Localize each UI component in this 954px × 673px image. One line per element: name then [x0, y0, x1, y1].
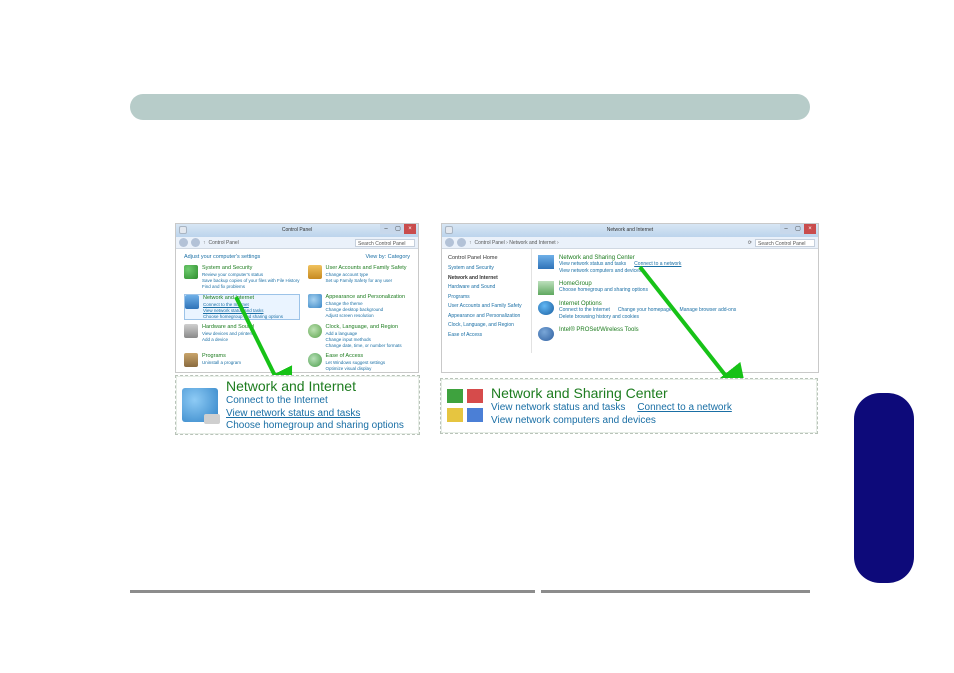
ease-of-access-icon	[308, 353, 322, 367]
category-network-internet[interactable]: Network and Internet Connect to the Inte…	[184, 294, 300, 321]
control-panel-window: Control Panel – ▢ × ↑ Control Panel Sear…	[175, 223, 419, 373]
zoom-callout-network-internet[interactable]: Network and Internet Connect to the Inte…	[175, 375, 420, 435]
breadcrumb[interactable]: Control Panel › Network and Internet ›	[475, 240, 745, 246]
intel-wireless-icon	[538, 327, 554, 341]
hardware-icon	[184, 324, 198, 338]
address-bar: ↑ Control Panel › Network and Internet ›…	[442, 237, 818, 249]
nav-back-icon[interactable]	[445, 238, 454, 247]
callout-link-view-status[interactable]: View network status and tasks	[491, 402, 625, 415]
search-input[interactable]: Search Control Panel	[355, 239, 415, 247]
maximize-button[interactable]: ▢	[792, 224, 804, 234]
close-button[interactable]: ×	[804, 224, 816, 234]
sidebar-item-users[interactable]: User Accounts and Family Safety	[448, 303, 525, 310]
category-hardware-sound[interactable]: Hardware and Sound View devices and prin…	[184, 324, 300, 349]
sidebar-item-hardware[interactable]: Hardware and Sound	[448, 284, 525, 291]
section-network-sharing-center[interactable]: Network and Sharing Center View network …	[538, 255, 812, 275]
shield-icon	[184, 265, 198, 279]
zoom-callout-network-sharing[interactable]: Network and Sharing Center View network …	[440, 378, 818, 434]
appearance-icon	[308, 294, 322, 308]
callout-link-homegroup[interactable]: Choose homegroup and sharing options	[226, 420, 404, 433]
nav-forward-icon[interactable]	[191, 238, 200, 247]
callout-title: Network and Internet	[226, 378, 404, 396]
horizontal-rule	[130, 590, 810, 593]
side-tab	[854, 393, 914, 583]
sidebar-item-ease[interactable]: Ease of Access	[448, 332, 525, 339]
address-bar: ↑ Control Panel Search Control Panel	[176, 237, 418, 249]
sidebar: Control Panel Home System and Security N…	[442, 249, 532, 353]
minimize-button[interactable]: –	[780, 224, 792, 234]
callout-link-devices[interactable]: View network computers and devices	[491, 415, 732, 428]
minimize-button[interactable]: –	[380, 224, 392, 234]
network-sharing-icon	[538, 255, 554, 269]
titlebar-app-icons	[179, 226, 187, 234]
sidebar-home[interactable]: Control Panel Home	[448, 255, 525, 261]
callout-title: Network and Sharing Center	[491, 385, 732, 403]
globe-icon	[185, 295, 199, 309]
section-homegroup[interactable]: HomeGroup Choose homegroup and sharing o…	[538, 281, 812, 295]
breadcrumb[interactable]: Control Panel	[209, 240, 353, 246]
callout-link-connect[interactable]: Connect to the Internet	[226, 395, 404, 408]
category-programs[interactable]: Programs Uninstall a program	[184, 353, 300, 372]
titlebar[interactable]: Network and Internet – ▢ ×	[442, 224, 818, 237]
category-user-accounts[interactable]: User Accounts and Family Safety Change a…	[308, 265, 410, 290]
screenshot-row: Control Panel – ▢ × ↑ Control Panel Sear…	[175, 223, 819, 373]
users-icon	[308, 265, 322, 279]
window-title: Network and Internet	[607, 227, 653, 233]
programs-icon	[184, 353, 198, 367]
decorative-header-bar	[130, 94, 810, 120]
sidebar-item-programs[interactable]: Programs	[448, 294, 525, 301]
globe-icon	[182, 388, 218, 422]
internet-options-icon	[538, 301, 554, 315]
content-area: Network and Sharing Center View network …	[532, 249, 818, 353]
homegroup-icon	[538, 281, 554, 295]
network-internet-window: Network and Internet – ▢ × ↑ Control Pan…	[441, 223, 819, 373]
titlebar-app-icons	[445, 226, 453, 234]
cp-heading-row: Adjust your computer's settings View by:…	[184, 254, 410, 260]
sidebar-item-appearance[interactable]: Appearance and Personalization	[448, 313, 525, 320]
nav-back-icon[interactable]	[179, 238, 188, 247]
sidebar-item-system[interactable]: System and Security	[448, 265, 525, 272]
search-input[interactable]: Search Control Panel	[755, 239, 815, 247]
nav-forward-icon[interactable]	[457, 238, 466, 247]
section-intel-proset[interactable]: Intel® PROSet/Wireless Tools	[538, 327, 812, 341]
sidebar-item-clock[interactable]: Clock, Language, and Region	[448, 322, 525, 329]
sidebar-item-network[interactable]: Network and Internet	[448, 275, 525, 282]
view-by-dropdown[interactable]: View by: Category	[365, 254, 410, 260]
close-button[interactable]: ×	[404, 224, 416, 234]
nav-up-icon[interactable]: ↑	[203, 240, 206, 246]
clock-lang-icon	[308, 324, 322, 338]
nav-up-icon[interactable]: ↑	[469, 240, 472, 246]
titlebar[interactable]: Control Panel – ▢ ×	[176, 224, 418, 237]
window-title: Control Panel	[282, 227, 312, 233]
category-clock-language[interactable]: Clock, Language, and Region Add a langua…	[308, 324, 410, 349]
category-ease-of-access[interactable]: Ease of Access Let Windows suggest setti…	[308, 353, 410, 372]
category-system-security[interactable]: System and Security Review your computer…	[184, 265, 300, 290]
maximize-button[interactable]: ▢	[392, 224, 404, 234]
cp-heading: Adjust your computer's settings	[184, 254, 260, 260]
refresh-icon[interactable]: ⟳	[748, 240, 752, 246]
network-sharing-center-icon	[447, 389, 483, 423]
callout-link-connect-network[interactable]: Connect to a network	[637, 402, 732, 415]
callout-link-view-status[interactable]: View network status and tasks	[226, 408, 360, 419]
category-appearance[interactable]: Appearance and Personalization Change th…	[308, 294, 410, 321]
section-internet-options[interactable]: Internet Options Connect to the Internet…	[538, 301, 812, 321]
